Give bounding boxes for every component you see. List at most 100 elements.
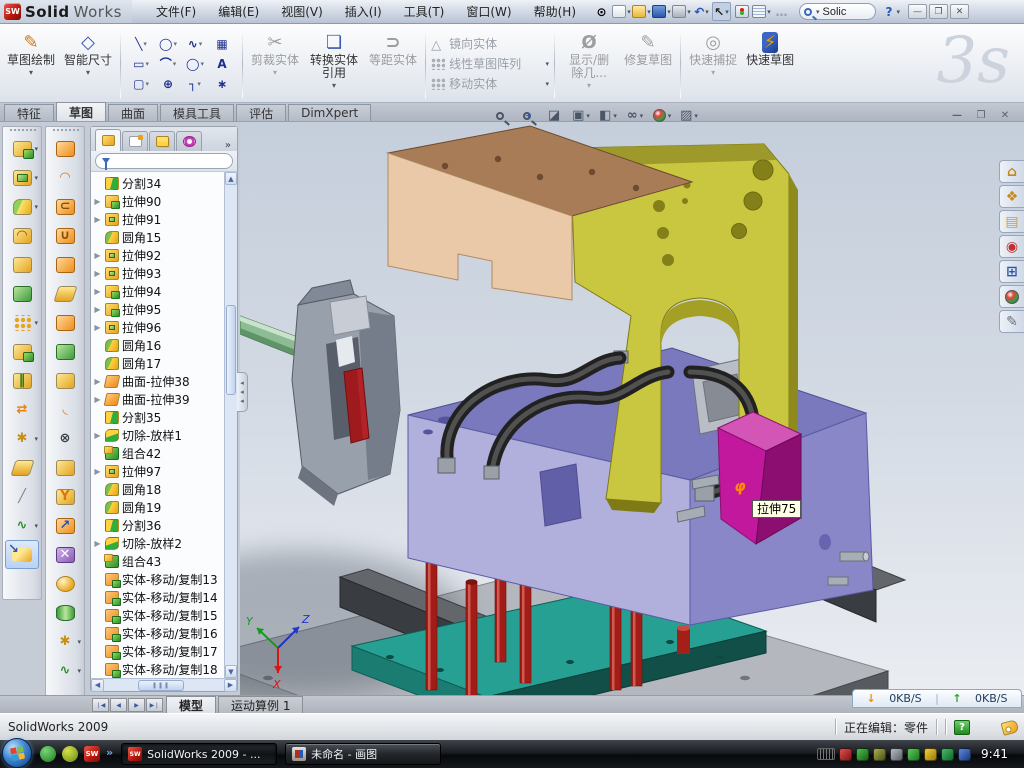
- reference-point-tool[interactable]: ✱▾: [5, 424, 39, 453]
- move-copy-bodies-tool[interactable]: ⇄: [5, 395, 39, 424]
- tray-network[interactable]: [907, 748, 920, 761]
- sketch-button[interactable]: ✎ 草图绘制 ▾: [4, 27, 58, 100]
- task-pane-appearances[interactable]: [999, 285, 1024, 308]
- repair-sketch-button[interactable]: ✎ 修复草图: [621, 27, 675, 100]
- edit-appearance-button[interactable]: ▾: [650, 106, 674, 125]
- tab-scroll-last-button[interactable]: ▶❘: [146, 698, 163, 712]
- tab-dimxpert-manager[interactable]: [176, 131, 202, 151]
- freeform-surface-tool[interactable]: [48, 250, 82, 279]
- quick-launch-expand[interactable]: »: [106, 746, 113, 762]
- split-tool[interactable]: ‖: [5, 366, 39, 395]
- tray-volume[interactable]: [890, 748, 903, 761]
- tree-item-分割35[interactable]: 分割35: [93, 408, 224, 426]
- taskbar-button-未命名 - 画图[interactable]: 未命名 - 画图: [285, 743, 441, 765]
- tree-item-切除-放样2[interactable]: ▶切除-放样2: [93, 534, 224, 552]
- expand-arrow-icon[interactable]: ▶: [93, 323, 102, 332]
- offset-entities-button[interactable]: ⊃ 等距实体: [366, 27, 420, 100]
- sketch-fillet[interactable]: ┐▾: [182, 74, 208, 93]
- tree-horizontal-scrollbar[interactable]: ◀ ❚❚❚ ▶: [91, 678, 237, 691]
- expand-arrow-icon[interactable]: ▶: [93, 269, 102, 278]
- task-pane-custom-properties[interactable]: ✎: [999, 310, 1024, 333]
- tray-update-shield[interactable]: [873, 748, 886, 761]
- tree-filter-input[interactable]: [95, 153, 233, 169]
- tree-item-拉伸91[interactable]: ▶拉伸91: [93, 210, 224, 228]
- linear-sketch-pattern-button[interactable]: 线性草图阵列 ▾: [431, 55, 549, 72]
- pin-icon[interactable]: ⊙: [592, 2, 611, 21]
- tab-评估[interactable]: 评估: [236, 104, 286, 121]
- planar-surface-tool[interactable]: [48, 279, 82, 308]
- tab-feature-manager[interactable]: [95, 129, 121, 151]
- view-orientation-button[interactable]: ▣▾: [569, 106, 593, 125]
- scroll-left-button[interactable]: ◀: [91, 679, 104, 692]
- tray-warning[interactable]: [924, 748, 937, 761]
- open-document-button[interactable]: ▾: [632, 2, 651, 21]
- spline-tool-2[interactable]: ∿▾: [48, 656, 82, 685]
- tab-特征[interactable]: 特征: [4, 104, 54, 121]
- doc-tab-模型[interactable]: 模型: [166, 696, 216, 713]
- select-tool-button[interactable]: ↖▾: [712, 2, 731, 21]
- scrollbar-thumb[interactable]: [226, 305, 236, 395]
- tag-icon[interactable]: [1001, 719, 1020, 736]
- undo-button[interactable]: ↶▾: [692, 2, 711, 21]
- search-box[interactable]: ▾: [799, 3, 876, 20]
- menu-item-4[interactable]: 工具(T): [394, 1, 455, 22]
- expand-arrow-icon[interactable]: ▶: [93, 431, 102, 440]
- scroll-up-button[interactable]: ▲: [225, 172, 237, 185]
- tree-item-拉伸92[interactable]: ▶拉伸92: [93, 246, 224, 264]
- menu-item-2[interactable]: 视图(V): [271, 1, 333, 22]
- quick-launch-app[interactable]: [62, 746, 78, 762]
- print-button[interactable]: ▾: [672, 2, 691, 21]
- lofted-surface-tool[interactable]: ⊂: [48, 192, 82, 221]
- section-view-button[interactable]: ◪: [542, 106, 566, 125]
- taskbar-button-SolidWorks 2009 - ...[interactable]: SWSolidWorks 2009 - ...: [121, 743, 277, 765]
- shell-tool[interactable]: [5, 279, 39, 308]
- task-pane-design-library[interactable]: ❖: [999, 185, 1024, 208]
- menu-item-3[interactable]: 插入(I): [335, 1, 392, 22]
- task-pane-view-palette[interactable]: ⊞: [999, 260, 1024, 283]
- sketch-rectangle[interactable]: ▭▾: [128, 54, 154, 73]
- tree-item-圆角19[interactable]: 圆角19: [93, 498, 224, 516]
- expand-arrow-icon[interactable]: ▶: [93, 377, 102, 386]
- expand-arrow-icon[interactable]: ▶: [93, 251, 102, 260]
- convert-entities-button[interactable]: ❏ 转换实体引用 ▾: [305, 27, 363, 100]
- expand-arrow-icon[interactable]: ▶: [93, 467, 102, 476]
- revolved-surface-tool[interactable]: ◠: [48, 163, 82, 192]
- zoom-to-area-button[interactable]: [515, 106, 539, 125]
- tab-模具工具[interactable]: 模具工具: [160, 104, 234, 121]
- linear-pattern-tool[interactable]: ▾: [5, 308, 39, 337]
- sketch-arc[interactable]: ⌒▾: [155, 54, 181, 73]
- tree-item-拉伸93[interactable]: ▶拉伸93: [93, 264, 224, 282]
- quick-launch-solidworks[interactable]: SW: [84, 746, 100, 762]
- hide-show-items-button[interactable]: ∞▾: [623, 106, 647, 125]
- tab-草图[interactable]: 草图: [56, 102, 106, 121]
- task-pane-file-explorer[interactable]: ▤: [999, 210, 1024, 233]
- lofted-boss-tool[interactable]: [5, 250, 39, 279]
- graphics-viewport[interactable]: φ Y Z X: [240, 122, 1024, 695]
- tree-item-实体-移动/复制15[interactable]: 实体-移动/复制15: [93, 606, 224, 624]
- tree-item-实体-移动/复制16[interactable]: 实体-移动/复制16: [93, 624, 224, 642]
- tree-item-曲面-拉伸38[interactable]: ▶曲面-拉伸38: [93, 372, 224, 390]
- display-style-button[interactable]: ◧▾: [596, 106, 620, 125]
- spline-tool[interactable]: ∿▾: [5, 511, 39, 540]
- sketch-circle[interactable]: ◯▾: [155, 34, 181, 53]
- expand-arrow-icon[interactable]: ▶: [93, 287, 102, 296]
- knit-surface-tool[interactable]: [48, 337, 82, 366]
- boss-extrude-tool[interactable]: ▾: [5, 134, 39, 163]
- help-button[interactable]: ?: [886, 5, 893, 19]
- tab-scroll-first-button[interactable]: ❘◀: [92, 698, 109, 712]
- new-document-button[interactable]: ▾: [612, 2, 631, 21]
- menu-item-5[interactable]: 窗口(W): [456, 1, 521, 22]
- tray-antivirus[interactable]: [856, 748, 869, 761]
- doc-close-button[interactable]: ✕: [996, 108, 1014, 123]
- tab-property-manager[interactable]: [122, 131, 148, 151]
- tree-item-拉伸97[interactable]: ▶拉伸97: [93, 462, 224, 480]
- tree-item-实体-移动/复制17[interactable]: 实体-移动/复制17: [93, 642, 224, 660]
- tab-DimXpert[interactable]: DimXpert: [288, 104, 371, 121]
- tray-sync[interactable]: [958, 748, 971, 761]
- delete-face-tool[interactable]: ✕: [48, 540, 82, 569]
- scroll-down-button[interactable]: ▼: [225, 665, 237, 678]
- display-delete-relations-button[interactable]: Ø 显示/删除几... ▾: [560, 27, 618, 100]
- tray-security-alert[interactable]: [839, 748, 852, 761]
- search-input[interactable]: [823, 6, 867, 18]
- swept-boss-tool[interactable]: ◠: [5, 221, 39, 250]
